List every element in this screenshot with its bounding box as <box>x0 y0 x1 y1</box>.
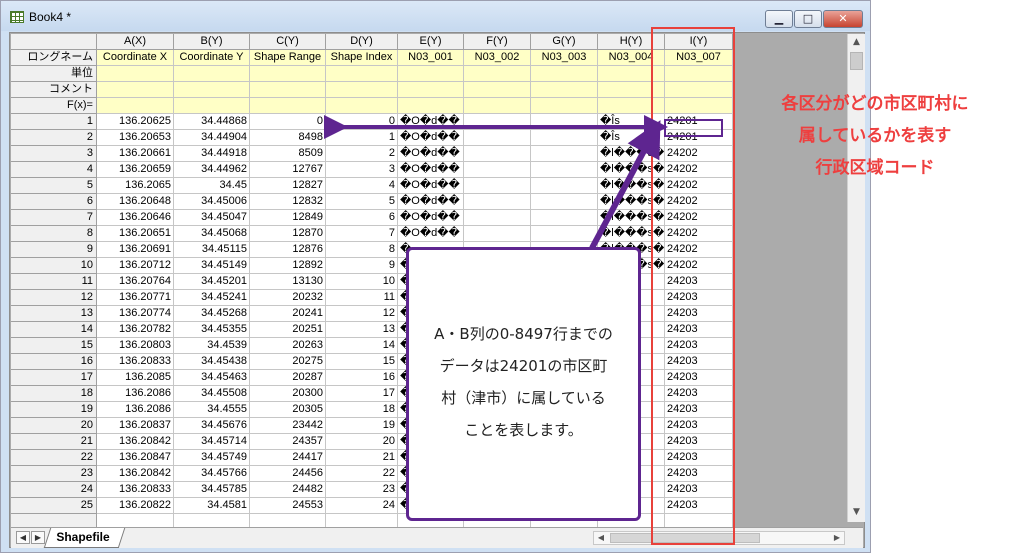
note-line: 各区分がどの市区町村に <box>781 94 969 114</box>
admin-code-note: 各区分がどの市区町村に 属しているかを表す 行政区域コード <box>745 88 1005 184</box>
callout-text: A・B列の0-8497行までの データは24201の市区町 村（津市）に属してい… <box>421 318 626 446</box>
callout-pointer <box>589 120 661 250</box>
note-line: 行政区域コード <box>815 158 935 178</box>
callout-box: A・B列の0-8497行までの データは24201の市区町 村（津市）に属してい… <box>406 247 641 521</box>
callout-line: ことを表します。 <box>464 421 583 439</box>
callout-line: 村（津市）に属している <box>441 389 606 407</box>
callout-line: A・B列の0-8497行までの <box>434 325 613 343</box>
note-line: 属しているかを表す <box>798 126 952 146</box>
callout-line: データは24201の市区町 <box>439 357 608 375</box>
